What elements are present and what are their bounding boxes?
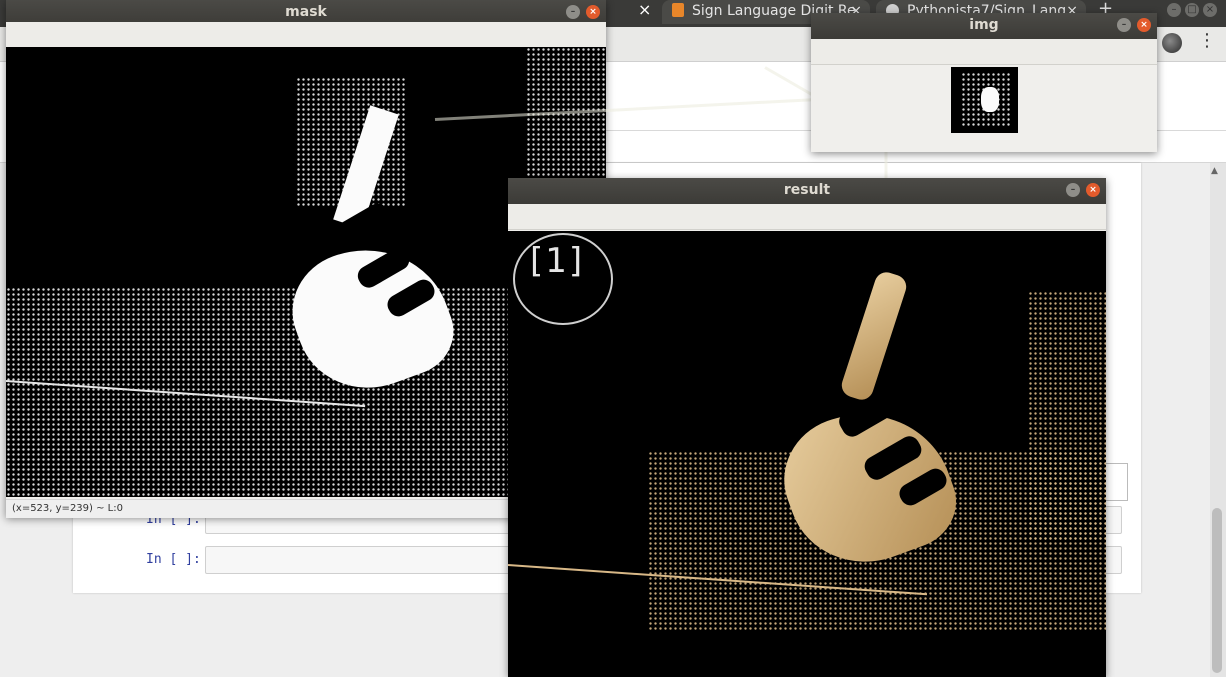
maximize-icon[interactable]: □	[1185, 3, 1199, 17]
img-window: img – ×	[811, 13, 1157, 152]
close-icon[interactable]: ×	[638, 0, 651, 20]
window-toolbar	[6, 22, 606, 48]
window-titlebar[interactable]: img – ×	[811, 13, 1157, 39]
step-label: [1]	[530, 241, 585, 281]
window-toolbar	[811, 39, 1157, 65]
finger-shape	[838, 269, 910, 403]
window-titlebar[interactable]: result – ×	[508, 178, 1106, 204]
hand-shape	[981, 87, 999, 112]
window-toolbar	[508, 204, 1106, 230]
window-title: mask	[285, 4, 327, 20]
menu-icon[interactable]: ⋮	[1198, 30, 1216, 51]
window-title: img	[969, 17, 999, 33]
minimize-button[interactable]: –	[1066, 183, 1080, 197]
result-window: result – × [1]	[508, 178, 1106, 677]
close-button[interactable]: ×	[1086, 183, 1100, 197]
result-image[interactable]: [1]	[508, 231, 1106, 677]
close-button[interactable]: ×	[586, 5, 600, 19]
scroll-up-icon[interactable]: ▲	[1211, 166, 1218, 176]
cell-prompt: In [ ]:	[146, 552, 201, 567]
window-title: result	[783, 182, 831, 198]
noise-region	[1028, 291, 1106, 541]
img-thumbnail[interactable]	[951, 67, 1018, 133]
notebook-icon	[672, 3, 684, 17]
minimize-icon[interactable]: –	[1167, 3, 1181, 17]
minimize-button[interactable]: –	[566, 5, 580, 19]
minimize-button[interactable]: –	[1117, 18, 1131, 32]
cell-edge	[1105, 463, 1128, 501]
close-icon[interactable]: ×	[1203, 3, 1217, 17]
scrollbar-thumb[interactable]	[1212, 508, 1222, 673]
close-button[interactable]: ×	[1137, 18, 1151, 32]
profile-avatar[interactable]	[1162, 33, 1182, 53]
